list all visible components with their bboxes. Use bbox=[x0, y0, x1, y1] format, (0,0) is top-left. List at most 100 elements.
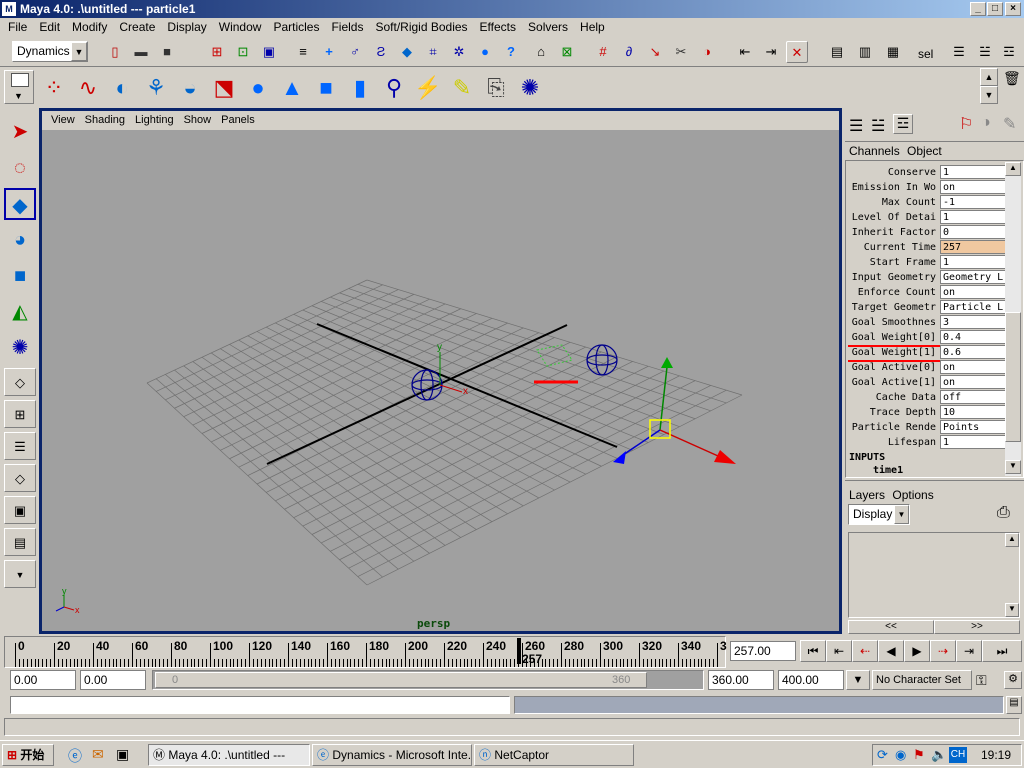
maya-icon[interactable]: M bbox=[2, 2, 16, 16]
layer-list[interactable]: ▲ ▼ bbox=[848, 532, 1020, 618]
scroll-thumb[interactable] bbox=[1005, 312, 1021, 442]
combined-view-icon[interactable]: ☲ bbox=[893, 114, 913, 134]
panel-menu-show[interactable]: Show bbox=[179, 111, 217, 130]
directional-emitter-icon[interactable]: ⚘ bbox=[140, 72, 172, 104]
playback-end-field[interactable]: 360.00 bbox=[708, 670, 774, 690]
messenger-icon[interactable]: ◉ bbox=[895, 747, 906, 763]
brush-icon[interactable]: ✎ bbox=[1003, 114, 1016, 134]
close-button[interactable]: × bbox=[1005, 2, 1021, 16]
graph-editor-layout-icon[interactable]: ◇ bbox=[4, 464, 36, 492]
channel-box-icon[interactable]: ☲ bbox=[998, 41, 1020, 63]
current-time-indicator[interactable] bbox=[517, 638, 521, 664]
shelf-scroll-up[interactable]: ▲ bbox=[980, 68, 998, 86]
sphere-icon[interactable]: ● bbox=[242, 72, 274, 104]
select-hierarchy-icon[interactable]: ⊞ bbox=[206, 41, 228, 63]
channel-box-icon[interactable]: ☰ bbox=[849, 116, 863, 136]
end-time-field[interactable]: 400.00 bbox=[778, 670, 844, 690]
cube-icon[interactable]: ■ bbox=[310, 72, 342, 104]
channel-label[interactable]: Goal Weight[0] bbox=[850, 330, 938, 345]
channel-row[interactable]: Goal Active[0] on bbox=[850, 360, 1006, 375]
joint-tool-icon[interactable]: ⚲ bbox=[378, 72, 410, 104]
menu-soft-rigid-bodies[interactable]: Soft/Rigid Bodies bbox=[369, 18, 473, 37]
channel-label[interactable]: Current Time bbox=[850, 240, 938, 255]
step-back-frame-button[interactable]: ⇠ bbox=[852, 640, 878, 662]
menu-fields[interactable]: Fields bbox=[325, 18, 369, 37]
selection-field-label[interactable]: sel bbox=[918, 47, 933, 61]
tab-options[interactable]: Options bbox=[892, 488, 933, 502]
paint-tool-icon[interactable]: ✎ bbox=[446, 72, 478, 104]
channel-row[interactable]: Conserve 1 bbox=[850, 165, 1006, 180]
menu-display[interactable]: Display bbox=[161, 18, 212, 37]
channel-value[interactable]: on bbox=[940, 375, 1006, 389]
open-scene-icon[interactable]: ▬ bbox=[130, 41, 152, 63]
channel-label[interactable]: Goal Weight[1] bbox=[850, 345, 938, 360]
perspective-viewport[interactable]: View Shading Lighting Show Panels x y y … bbox=[39, 108, 842, 634]
layer-type-dropdown[interactable]: Display ▼ bbox=[848, 504, 910, 525]
select-object-icon[interactable]: ⊡ bbox=[232, 41, 254, 63]
scroll-down-icon[interactable]: ▼ bbox=[1005, 603, 1019, 617]
four-view-layout-icon[interactable]: ⊞ bbox=[4, 400, 36, 428]
scene-canvas[interactable]: x y y x bbox=[42, 130, 839, 631]
range-slider-handle[interactable]: 0 360 bbox=[155, 672, 647, 688]
layout-menu-button[interactable]: ▼ bbox=[4, 560, 36, 588]
go-to-end-button[interactable]: ⏭ bbox=[982, 640, 1022, 662]
channel-row[interactable]: Current Time 257 bbox=[850, 240, 1006, 255]
menu-edit[interactable]: Edit bbox=[33, 18, 66, 37]
snap-point-icon[interactable]: ↘ bbox=[644, 41, 666, 63]
snap-curve-icon[interactable]: ∂ bbox=[618, 41, 640, 63]
particle-tool-icon[interactable]: ⁘ bbox=[38, 72, 70, 104]
new-scene-icon[interactable]: ▯ bbox=[104, 41, 126, 63]
surface-icon[interactable]: ◆ bbox=[396, 41, 418, 63]
volume-icon[interactable]: 🔈 bbox=[931, 747, 947, 763]
channel-value[interactable]: 10 bbox=[940, 405, 1006, 419]
tab-channels[interactable]: Channels bbox=[849, 144, 900, 158]
channel-label[interactable]: Goal Active[0] bbox=[850, 360, 938, 375]
layer-next-button[interactable]: >> bbox=[934, 620, 1020, 634]
render-icon[interactable]: ▤ bbox=[826, 41, 848, 63]
channel-label[interactable]: Emission In Wo bbox=[850, 180, 938, 195]
channel-label[interactable]: Start Frame bbox=[850, 255, 938, 270]
channelbox-scrollbar[interactable]: ▲ ▼ bbox=[1005, 162, 1021, 476]
channel-label[interactable]: Input Geometry bbox=[850, 270, 938, 285]
goal-icon[interactable]: ⬔ bbox=[208, 72, 240, 104]
curve-emitter-icon[interactable]: ∿ bbox=[72, 72, 104, 104]
start-button[interactable]: ⊞ 开始 bbox=[2, 744, 54, 766]
make-live-icon[interactable]: ◑ bbox=[696, 41, 718, 63]
channel-value[interactable]: Points bbox=[940, 420, 1006, 434]
current-time-field[interactable]: 257.00 bbox=[730, 641, 796, 661]
channel-label[interactable]: Inherit Factor bbox=[850, 225, 938, 240]
channel-value[interactable]: on bbox=[940, 360, 1006, 374]
curve-icon[interactable]: Ƨ bbox=[370, 41, 392, 63]
menu-particles[interactable]: Particles bbox=[267, 18, 325, 37]
tool-settings-icon[interactable]: ☱ bbox=[974, 41, 996, 63]
channel-row[interactable]: Inherit Factor 0 bbox=[850, 225, 1006, 240]
channel-value[interactable]: 3 bbox=[940, 315, 1006, 329]
show-desktop-icon[interactable]: ▣ bbox=[116, 746, 129, 763]
lasso-tool-icon[interactable]: ◌ bbox=[4, 152, 36, 184]
scroll-down-icon[interactable]: ▼ bbox=[1005, 460, 1021, 474]
camera-icon[interactable]: ⎘ bbox=[480, 72, 512, 104]
last-tool-icon[interactable]: ✺ bbox=[4, 332, 36, 364]
go-to-start-button[interactable]: ⏮ bbox=[800, 640, 826, 662]
channel-row[interactable]: Emission In Wo on bbox=[850, 180, 1006, 195]
particle-cloud-icon[interactable]: ✺ bbox=[514, 72, 546, 104]
help-icon[interactable]: ? bbox=[500, 41, 522, 63]
menu-window[interactable]: Window bbox=[213, 18, 268, 37]
channel-value[interactable]: 257 bbox=[940, 240, 1006, 254]
channel-row[interactable]: Trace Depth 10 bbox=[850, 405, 1006, 420]
construction-history-icon[interactable]: ✕ bbox=[786, 41, 808, 63]
attribute-editor-icon[interactable]: ☰ bbox=[948, 41, 970, 63]
channel-label[interactable]: Level Of Detai bbox=[850, 210, 938, 225]
network-icon[interactable]: ⟳ bbox=[877, 747, 888, 763]
tab-layers[interactable]: Layers bbox=[849, 488, 885, 502]
channel-row[interactable]: Goal Active[1] on bbox=[850, 375, 1006, 390]
channel-value[interactable]: 1 bbox=[940, 255, 1006, 269]
channel-value[interactable]: off bbox=[940, 390, 1006, 404]
select-component-icon[interactable]: ▣ bbox=[258, 41, 280, 63]
channel-row[interactable]: Max Count -1 bbox=[850, 195, 1006, 210]
script-editor-icon[interactable]: ▤ bbox=[1006, 696, 1022, 714]
dynamics-icon[interactable]: ✲ bbox=[448, 41, 470, 63]
channel-value[interactable]: 1 bbox=[940, 435, 1006, 449]
joint-icon[interactable]: ♂ bbox=[344, 41, 366, 63]
channel-row[interactable]: Level Of Detai 1 bbox=[850, 210, 1006, 225]
